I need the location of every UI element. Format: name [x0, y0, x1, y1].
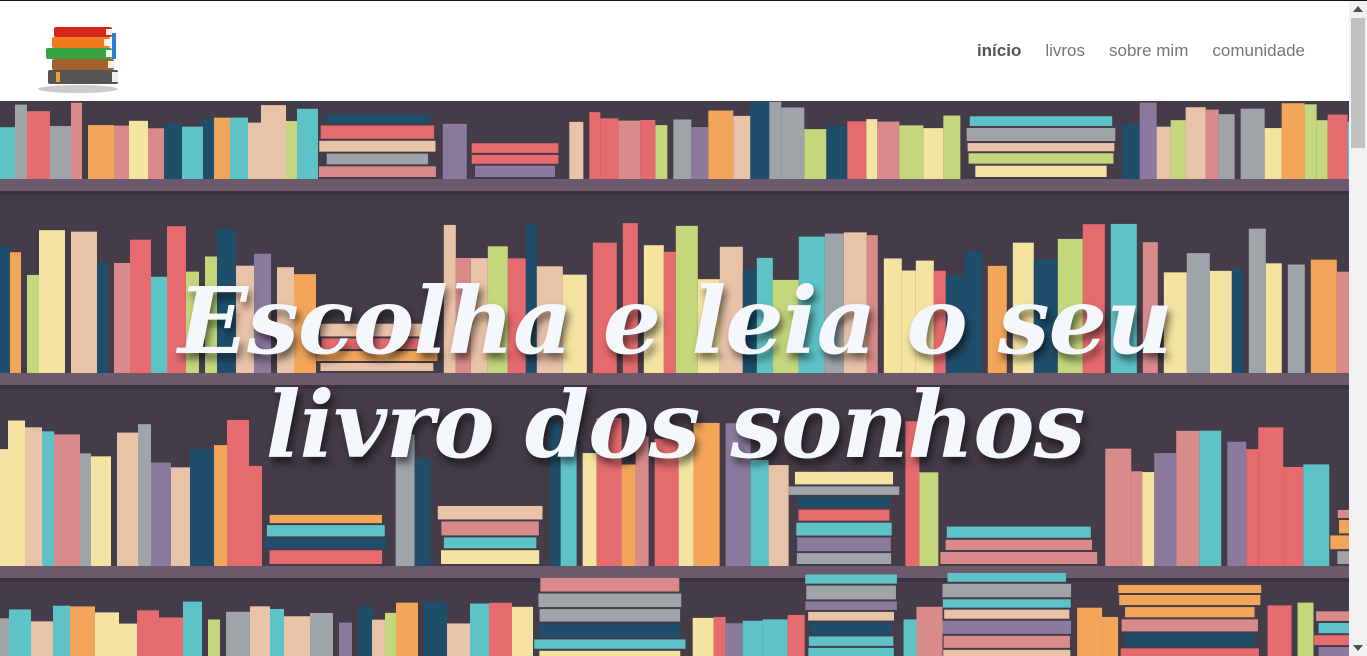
scroll-up-icon[interactable] [1353, 6, 1363, 12]
nav-link-comunidade[interactable]: comunidade [1212, 41, 1305, 61]
scrollbar-thumb[interactable] [1351, 18, 1365, 148]
main-nav: início livros sobre mim comunidade [977, 41, 1305, 61]
nav-link-inicio[interactable]: início [977, 41, 1021, 61]
site-header: início livros sobre mim comunidade [0, 1, 1349, 101]
hero-title: Escolha e leia o seu livro dos sonhos [177, 267, 1173, 479]
nav-link-sobre-mim[interactable]: sobre mim [1109, 41, 1188, 61]
scroll-down-icon[interactable] [1353, 645, 1363, 651]
hero-banner: Escolha e leia o seu livro dos sonhos [0, 101, 1349, 656]
page-scrollbar[interactable] [1349, 1, 1367, 656]
book-stack-logo-icon[interactable] [38, 23, 122, 95]
nav-link-livros[interactable]: livros [1045, 41, 1085, 61]
